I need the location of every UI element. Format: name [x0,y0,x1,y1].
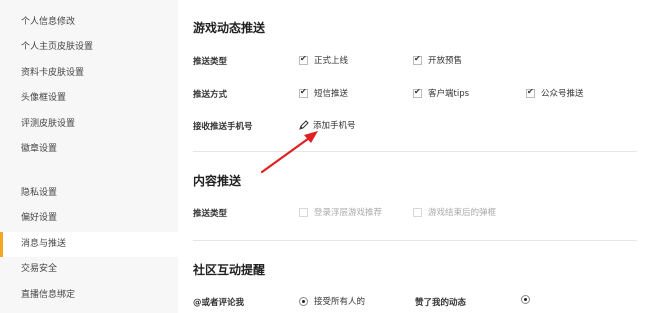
option-official-account[interactable]: 公众号推送 [526,87,584,99]
sidebar-item-card-skin[interactable]: 资料卡皮肤设置 [0,61,178,86]
game-push-type-label: 推送类型 [193,57,228,67]
sidebar-item-trade-security[interactable]: 交易安全 [0,257,178,282]
liked-radio[interactable] [521,295,536,304]
divider [193,240,637,241]
sidebar-item-homepage-skin[interactable]: 个人主页皮肤设置 [0,35,178,60]
sidebar-group-profile: 个人信息修改 个人主页皮肤设置 资料卡皮肤设置 头像框设置 评测皮肤设置 徽章设… [0,0,178,172]
sidebar-item-badge[interactable]: 徽章设置 [0,137,178,162]
checkbox-checked[interactable] [299,54,308,65]
checkbox-checked[interactable] [299,87,308,98]
phone-label: 接收推送手机号 [193,122,253,132]
checkbox-checked[interactable] [413,54,422,65]
option-label: 正式上线 [314,56,349,66]
checkbox-checked[interactable] [526,87,535,98]
radio-checked[interactable] [299,296,308,306]
checkbox-checked[interactable] [413,87,422,98]
option-game-end-popup[interactable]: 游戏结束后的弹框 [413,206,496,218]
content-push-type-label: 推送类型 [193,209,228,219]
option-label: 公众号推送 [541,89,584,99]
main-content: 游戏动态推送 推送类型 正式上线 开放预售 推送方式 短信推送 客户端tips … [178,0,650,313]
option-official-launch[interactable]: 正式上线 [299,54,348,66]
divider [193,151,637,152]
sidebar-item-messages-push[interactable]: 消息与推送 [0,232,178,257]
option-label: 接受所有人的 [314,297,366,307]
add-phone-button[interactable]: 添加手机号 [299,119,356,131]
checkbox-unchecked[interactable] [413,207,422,217]
sidebar: 个人信息修改 个人主页皮肤设置 资料卡皮肤设置 头像框设置 评测皮肤设置 徽章设… [0,0,178,313]
option-label: 游戏结束后的弹框 [428,208,497,218]
checkbox-unchecked[interactable] [299,207,308,217]
sidebar-item-profile-info[interactable]: 个人信息修改 [0,10,178,35]
option-label: 客户端tips [428,89,470,99]
game-push-method-label: 推送方式 [193,90,228,100]
sidebar-item-avatar-frame[interactable]: 头像框设置 [0,86,178,111]
option-accept-all[interactable]: 接受所有人的 [299,295,365,307]
sidebar-item-live-binding[interactable]: 直播信息绑定 [0,283,178,308]
liked-label: 赞了我的动态 [415,298,467,308]
add-phone-label: 添加手机号 [313,121,356,131]
sidebar-item-preferences[interactable]: 偏好设置 [0,206,178,231]
option-label: 登录浮层游戏推荐 [314,208,383,218]
pencil-icon [299,120,309,130]
section-title-community: 社区互动提醒 [193,263,266,277]
option-label: 开放预售 [428,56,463,66]
section-title-content-push: 内容推送 [193,174,242,188]
section-title-game-push: 游戏动态推送 [193,21,266,35]
option-client-tips[interactable]: 客户端tips [413,87,469,99]
option-sms-push[interactable]: 短信推送 [299,87,348,99]
option-presale[interactable]: 开放预售 [413,54,462,66]
radio-checked[interactable] [521,295,530,304]
sidebar-item-privacy[interactable]: 隐私设置 [0,181,178,206]
sidebar-item-review-skin[interactable]: 评测皮肤设置 [0,112,178,137]
mention-label: @或者评论我 [193,298,245,308]
option-login-recommend[interactable]: 登录浮层游戏推荐 [299,206,382,218]
option-label: 短信推送 [314,89,349,99]
sidebar-group-settings: 隐私设置 偏好设置 消息与推送 交易安全 直播信息绑定 [0,180,178,313]
